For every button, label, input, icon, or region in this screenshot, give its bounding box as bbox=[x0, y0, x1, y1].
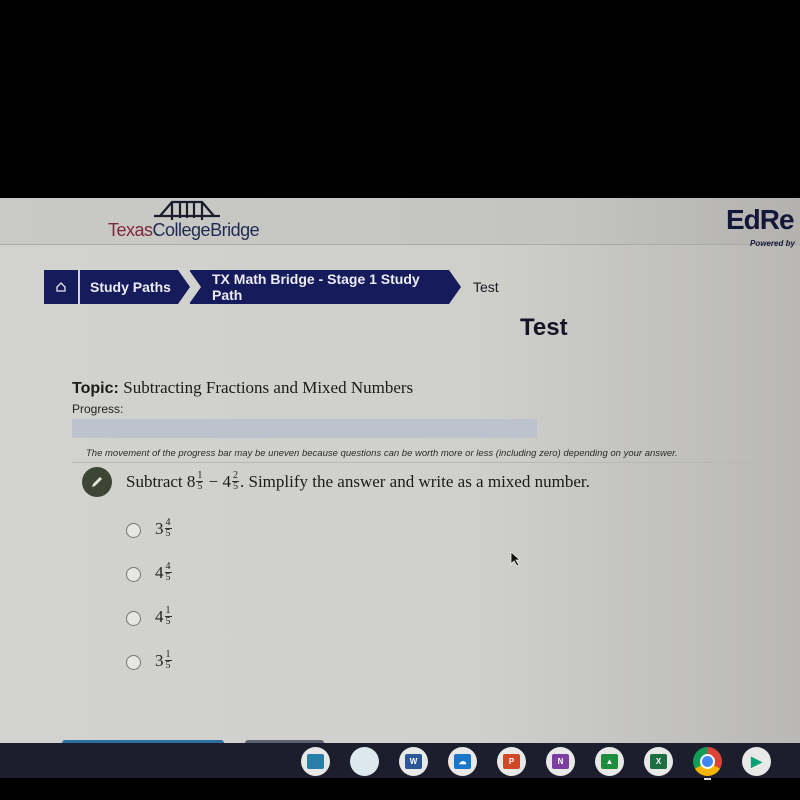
excel-app-icon[interactable]: X bbox=[644, 747, 673, 776]
globe-app-glyph bbox=[307, 754, 324, 769]
divider bbox=[72, 462, 772, 463]
radio-button[interactable] bbox=[126, 654, 141, 670]
topic-label: Topic: bbox=[72, 380, 119, 397]
home-icon bbox=[56, 282, 66, 292]
pencil-icon bbox=[82, 467, 112, 497]
edready-logo[interactable]: EdRe bbox=[726, 204, 795, 236]
term1-fraction: 15 bbox=[196, 469, 204, 492]
onenote-app-glyph: N bbox=[552, 754, 569, 769]
term2-denominator: 5 bbox=[233, 480, 238, 492]
option-whole: 4 bbox=[155, 563, 164, 583]
option-denominator: 5 bbox=[165, 659, 171, 671]
option-label: 415 bbox=[155, 605, 173, 629]
classroom-app-glyph: ▲ bbox=[601, 754, 618, 769]
breadcrumb: Study Paths TX Math Bridge - Stage 1 Stu… bbox=[44, 270, 499, 304]
onedrive-app-icon[interactable]: ☁ bbox=[448, 747, 477, 776]
excel-app-glyph: X bbox=[650, 754, 667, 769]
chrome-app-icon[interactable] bbox=[693, 747, 722, 780]
progress-label: Progress: bbox=[72, 402, 124, 416]
radio-button[interactable] bbox=[126, 522, 141, 538]
term2-numerator: 2 bbox=[232, 469, 239, 482]
play-store-app-icon[interactable]: ▶ bbox=[742, 747, 771, 776]
page-title: Test bbox=[520, 314, 568, 341]
option-label: 315 bbox=[155, 649, 173, 673]
answer-option-1[interactable]: 345 bbox=[126, 508, 173, 552]
bridge-logo-icon bbox=[154, 200, 220, 220]
question-text: Subtract 815 − 425. Simplify the answer … bbox=[126, 469, 590, 494]
option-fraction: 15 bbox=[164, 649, 172, 671]
breadcrumb-study-path[interactable]: TX Math Bridge - Stage 1 Study Path bbox=[189, 270, 461, 304]
option-whole: 3 bbox=[155, 519, 164, 539]
chrome-center bbox=[700, 754, 715, 769]
mouse-cursor-icon bbox=[510, 551, 522, 567]
globe-app-icon[interactable] bbox=[301, 747, 330, 776]
logo-college-bridge-text: CollegeBridge bbox=[152, 220, 260, 240]
breadcrumb-current: Test bbox=[473, 279, 499, 295]
term1-whole: 8 bbox=[186, 472, 196, 491]
option-denominator: 5 bbox=[165, 571, 171, 583]
option-label: 445 bbox=[155, 561, 173, 585]
word-app-icon[interactable]: W bbox=[399, 747, 428, 776]
term1-denominator: 5 bbox=[197, 480, 203, 492]
option-whole: 4 bbox=[155, 607, 164, 627]
onedrive-app-glyph: ☁ bbox=[454, 754, 471, 769]
active-indicator bbox=[704, 778, 711, 780]
powerpoint-app-icon[interactable]: P bbox=[497, 747, 526, 776]
radio-button[interactable] bbox=[126, 610, 141, 626]
topic-value: Subtracting Fractions and Mixed Numbers bbox=[123, 378, 414, 397]
word-app-glyph: W bbox=[405, 754, 422, 769]
option-fraction: 45 bbox=[164, 561, 172, 583]
answer-option-4[interactable]: 315 bbox=[126, 640, 173, 684]
answer-option-2[interactable]: 445 bbox=[126, 552, 173, 596]
progress-note: The movement of the progress bar may be … bbox=[86, 448, 678, 459]
option-label: 345 bbox=[155, 517, 173, 541]
option-denominator: 5 bbox=[165, 615, 171, 627]
breadcrumb-home[interactable] bbox=[44, 270, 78, 304]
progress-bar bbox=[72, 419, 537, 438]
term2-fraction: 25 bbox=[232, 469, 239, 492]
assistant-app-icon[interactable] bbox=[350, 747, 379, 776]
option-whole: 3 bbox=[155, 651, 164, 671]
term1-numerator: 1 bbox=[196, 469, 204, 482]
logo-texas-text: Texas bbox=[108, 220, 153, 240]
taskbar: W ☁ P N ▲ X ▶ bbox=[0, 743, 800, 780]
option-fraction: 45 bbox=[164, 517, 172, 539]
option-denominator: 5 bbox=[165, 527, 171, 539]
minus-operator: − bbox=[208, 472, 219, 491]
option-fraction: 15 bbox=[164, 605, 172, 627]
breadcrumb-study-paths[interactable]: Study Paths bbox=[80, 270, 190, 304]
question-prefix: Subtract bbox=[126, 472, 183, 491]
answer-option-3[interactable]: 415 bbox=[126, 596, 173, 640]
classroom-app-icon[interactable]: ▲ bbox=[595, 747, 624, 776]
powered-by-text: Powered by bbox=[750, 239, 795, 248]
onenote-app-icon[interactable]: N bbox=[546, 747, 575, 776]
question-suffix: . Simplify the answer and write as a mix… bbox=[240, 472, 590, 491]
topic-heading: Topic: Subtracting Fractions and Mixed N… bbox=[72, 378, 413, 398]
term2-whole: 4 bbox=[222, 472, 232, 491]
taskbar-apps: W ☁ P N ▲ X ▶ bbox=[301, 747, 771, 780]
powerpoint-app-glyph: P bbox=[503, 754, 520, 769]
site-header: TexasCollegeBridge EdRe Powered by bbox=[0, 198, 800, 248]
answer-options: 345 445 415 315 bbox=[126, 508, 173, 684]
texas-college-bridge-logo[interactable]: TexasCollegeBridge bbox=[108, 220, 260, 241]
radio-button[interactable] bbox=[126, 566, 141, 582]
play-store-app-glyph: ▶ bbox=[751, 753, 762, 769]
browser-page: TexasCollegeBridge EdRe Powered by Study… bbox=[0, 198, 800, 743]
